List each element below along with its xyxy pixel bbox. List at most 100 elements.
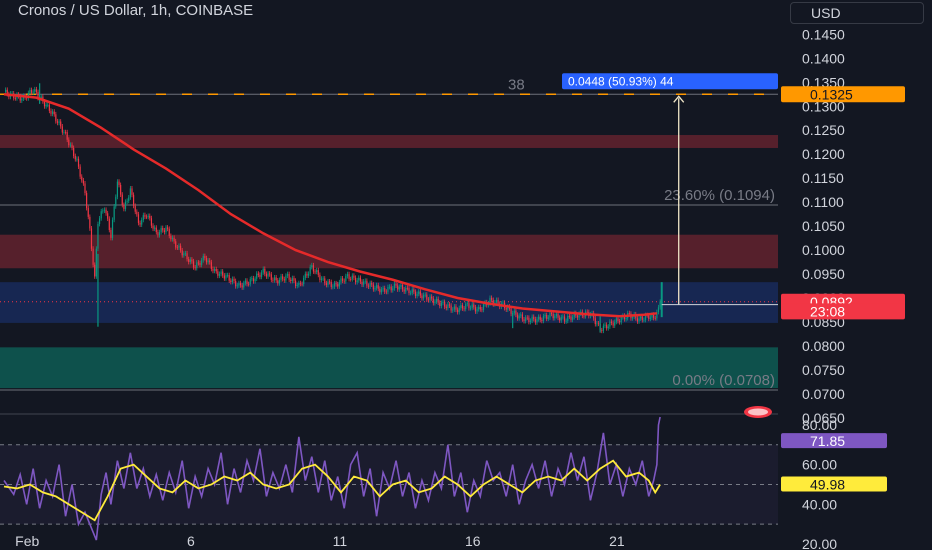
candle-body: [126, 200, 128, 202]
candle-body: [306, 273, 308, 276]
price-axis-tick: 0.1450: [802, 26, 845, 42]
candle-body: [330, 282, 332, 287]
candle-body: [214, 269, 216, 271]
candle-body: [602, 325, 604, 331]
candle-body: [636, 318, 639, 322]
candle-body: [273, 277, 276, 281]
candle-body: [278, 279, 280, 284]
price-axis-tick: 0.1100: [802, 194, 844, 210]
candle-body: [197, 262, 199, 264]
candle-body: [586, 311, 588, 313]
candle-body: [345, 276, 347, 282]
candle-body: [610, 321, 613, 323]
candle-body: [324, 278, 326, 284]
candle-body: [257, 273, 259, 275]
candle-body: [424, 294, 426, 296]
candle-body: [460, 305, 462, 309]
candle-body: [521, 314, 523, 320]
rsi-band: [0, 444, 778, 525]
candle-body: [398, 286, 400, 290]
candle-body: [583, 315, 585, 317]
candle-body: [92, 248, 94, 265]
price-tag: 0.1325: [810, 86, 853, 102]
candle-body: [416, 293, 418, 297]
time-axis-tick: 11: [333, 533, 348, 549]
candle-body: [393, 283, 396, 289]
candle-body: [333, 283, 336, 287]
candle-body: [505, 308, 507, 310]
candle-body: [539, 316, 541, 320]
candle-body: [447, 304, 449, 309]
candle-body: [445, 306, 447, 309]
measure-label: 0.0448 (50.93%) 44: [568, 74, 674, 88]
candle-body: [98, 218, 101, 224]
candle-body: [299, 283, 302, 284]
candle-body: [45, 104, 47, 107]
candle-body: [89, 216, 91, 229]
candle-body: [270, 274, 272, 280]
candle-body: [525, 317, 527, 322]
candle-body: [405, 287, 407, 292]
rsi-axis-tick: 80.00: [802, 417, 837, 433]
price-axis-tick: 0.1400: [802, 50, 845, 66]
candle-body: [79, 166, 81, 177]
candle-body: [102, 210, 104, 212]
candle-body: [432, 298, 434, 304]
candle-body: [50, 110, 52, 114]
candle-body: [555, 313, 558, 317]
candle-body: [565, 320, 567, 322]
candle-body: [554, 316, 556, 319]
candle-body: [437, 298, 439, 303]
candle-body: [265, 273, 268, 277]
candle-body: [649, 317, 651, 319]
chart-canvas[interactable]: 38 23.60% (0.1094) 0.00% (0.0708) 0.0448 (5…: [0, 0, 932, 550]
candle-body: [397, 285, 399, 290]
candle-body: [382, 288, 384, 290]
candle-body: [176, 247, 178, 249]
candle-body: [609, 321, 611, 327]
candle-body: [231, 278, 234, 282]
candle-body: [346, 274, 349, 277]
candle-body: [121, 194, 123, 205]
chart-title: Cronos / US Dollar, 1h, COINBASE: [18, 2, 254, 19]
candle-body: [303, 277, 305, 285]
candle-body: [337, 284, 339, 287]
candle-body: [319, 274, 321, 280]
candle-body: [316, 270, 318, 272]
time-axis-tick: 6: [187, 533, 195, 549]
candle-body: [452, 309, 454, 311]
price-tag: 23:08: [810, 303, 845, 319]
candle-body: [547, 317, 549, 319]
candle-body: [269, 273, 271, 275]
candle-body: [513, 310, 515, 314]
candle-body: [482, 304, 485, 310]
candle-body: [429, 296, 431, 301]
candle-body: [217, 271, 219, 276]
price-axis-tick: 0.0750: [802, 362, 845, 378]
candle-body: [631, 316, 634, 319]
candle-body: [222, 271, 224, 276]
candle-body: [440, 302, 442, 306]
candle-body: [434, 301, 436, 304]
rsi-axis-tick: 60.00: [802, 457, 837, 473]
candle-body: [236, 285, 238, 287]
candle-body: [410, 292, 412, 294]
candle-body: [283, 279, 285, 281]
candle-body: [444, 301, 446, 307]
candle-body: [235, 281, 237, 287]
candle-body: [163, 230, 165, 233]
candle-body: [225, 275, 227, 279]
candle-body: [14, 98, 16, 99]
candle-body: [275, 277, 277, 281]
candle-body: [403, 289, 405, 292]
candle-body: [113, 206, 115, 220]
candle-body: [594, 318, 596, 325]
candle-body: [5, 89, 7, 92]
candle-body: [147, 215, 149, 217]
candle-body: [210, 262, 212, 269]
currency-selector-button[interactable]: USD: [790, 2, 924, 24]
candle-body: [152, 225, 154, 229]
candle-body: [606, 324, 608, 329]
candle-body: [442, 301, 444, 303]
candle-body: [100, 211, 102, 219]
